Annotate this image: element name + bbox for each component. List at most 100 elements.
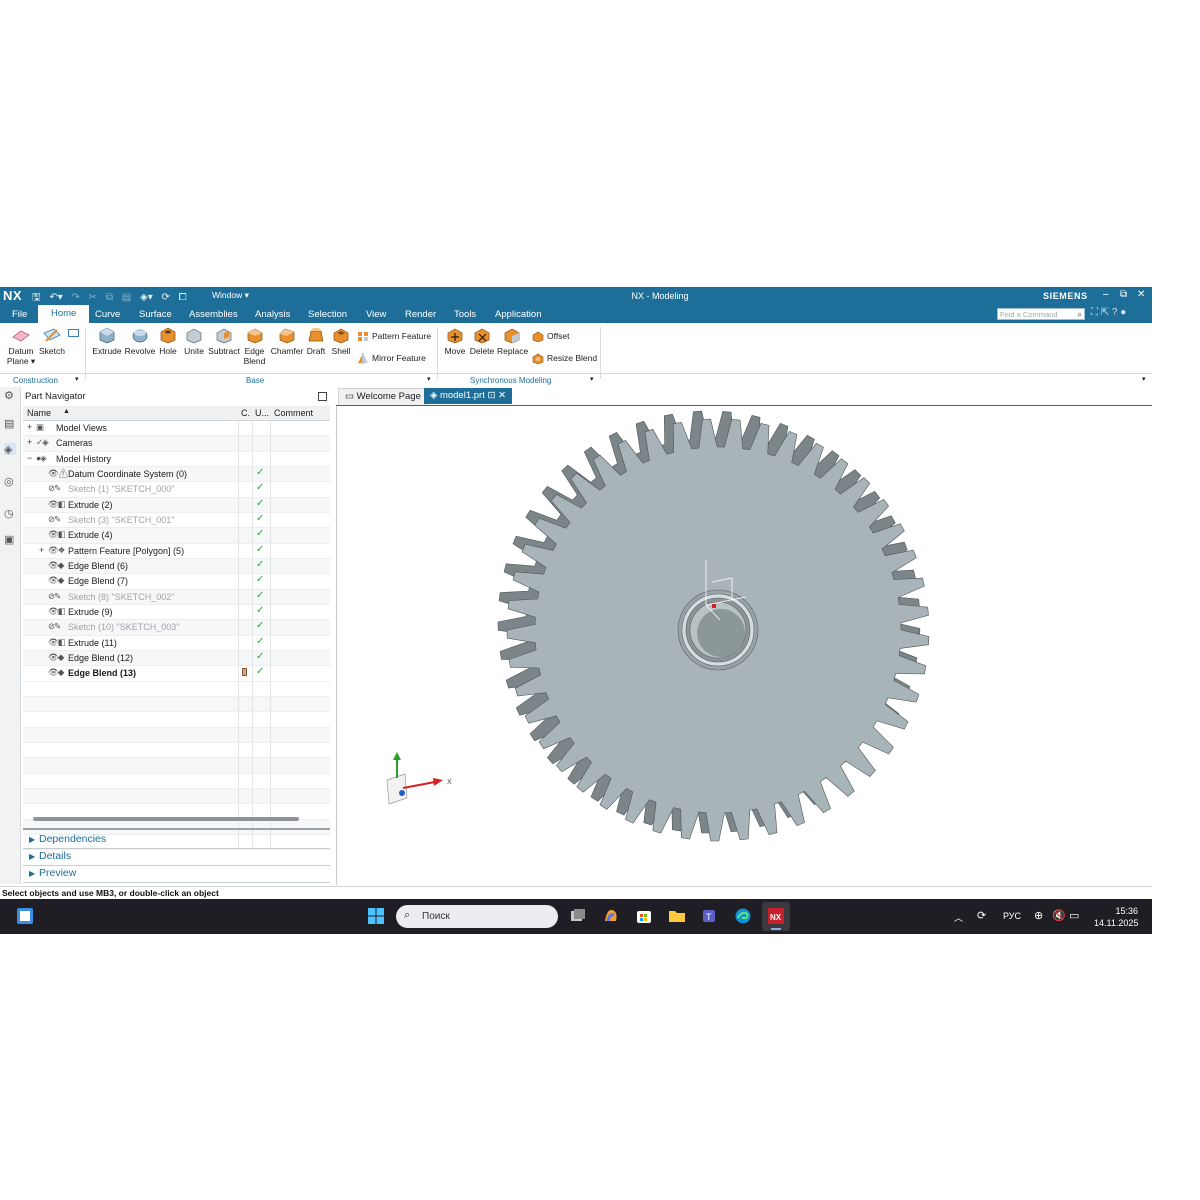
tab-tools[interactable]: Tools [454,309,476,320]
feature-status-icon[interactable]: ✓◈ [36,437,49,448]
feature-status-icon[interactable]: 👁◆ [48,560,64,571]
settings-gear-icon[interactable]: ⚙ [4,389,16,402]
feature-status-icon[interactable]: 👁◧ [48,529,66,540]
move-face-button[interactable]: Move [442,327,468,356]
details-panel[interactable]: ▶ Details [23,849,330,866]
reuse-library-icon[interactable]: ◎ [4,475,16,488]
ribbon-options-dropdown[interactable]: ▾ [1142,375,1146,383]
tree-row[interactable]: + ✓◈ Cameras [23,436,330,452]
datum-plane-button[interactable]: Datum Plane ▾ [6,327,36,367]
hole-button[interactable]: Hole [156,327,180,356]
tree-row[interactable]: 👁◆ Edge Blend (7) ✓ [23,574,330,590]
tree-row[interactable]: 👁◆ Edge Blend (6) ✓ [23,558,330,575]
tree-row[interactable]: ⊘✎ Sketch (1) "SKETCH_000" ✓ [23,482,330,498]
extrude-button[interactable]: Extrude [91,327,123,356]
close-button[interactable]: ✕ [1137,289,1145,300]
input-language-indicator[interactable]: РУС [1003,911,1021,921]
feature-status-icon[interactable]: 👁⚠ [48,468,69,479]
feature-status-icon[interactable]: ⊘✎ [48,621,61,632]
tab-analysis[interactable]: Analysis [255,309,290,320]
feature-status-icon[interactable]: ▣ [36,422,44,433]
tab-close-icon[interactable]: ⊡ ✕ [487,390,506,401]
sketch-button[interactable]: Sketch [38,327,66,356]
subtract-button[interactable]: Subtract [207,327,241,356]
datum-plane-dropdown[interactable]: Plane ▾ [7,356,35,366]
edge-blend-button[interactable]: Edge Blend [242,327,267,366]
tree-row[interactable]: 👁◧ Extrude (9) ✓ [23,604,330,621]
tab-curve[interactable]: Curve [95,309,120,320]
tab-surface[interactable]: Surface [139,309,172,320]
feature-status-icon[interactable]: 👁◧ [48,637,66,648]
microsoft-store-icon[interactable] [635,907,653,925]
delete-face-button[interactable]: Delete [469,327,495,356]
construction-more-icon[interactable] [68,329,79,337]
sync-icon[interactable]: ⟳ [977,909,986,922]
expand-toggle-icon[interactable]: − [27,453,32,463]
sync-group-dropdown[interactable]: ▾ [590,375,594,383]
resize-blend-button[interactable]: Resize Blend [532,353,597,365]
expand-toggle-icon[interactable]: + [27,422,32,432]
restore-button[interactable]: ⧉ [1120,289,1127,300]
feature-status-icon[interactable]: 👁◧ [48,499,66,510]
minimize-button[interactable]: – [1103,289,1109,300]
windows-start-icon[interactable] [367,907,385,925]
assembly-navigator-icon[interactable]: ▤ [4,417,16,430]
file-explorer-icon[interactable] [668,907,686,925]
show-hidden-icons-chevron-icon[interactable]: ︿ [954,911,963,924]
mirror-feature-button[interactable]: Mirror Feature [357,353,426,365]
battery-icon[interactable]: ▭ [1069,909,1079,922]
feature-status-icon[interactable]: 👁◆ [48,667,64,678]
view-triad[interactable]: Y X [377,752,467,832]
pattern-feature-button[interactable]: Pattern Feature [357,331,431,342]
feature-status-icon[interactable]: 👁◆ [48,575,64,586]
task-view-icon[interactable] [569,907,587,925]
feature-status-icon[interactable]: ●◈ [36,453,47,464]
tree-row[interactable]: 👁◆ Edge Blend (13) ✓ [23,666,330,682]
graphics-window[interactable]: Y X [336,406,1153,885]
tree-row[interactable]: + 👁❖ Pattern Feature [Polygon] (5) ✓ [23,543,330,559]
tab-welcome-page[interactable]: ▭ Welcome Page [338,388,428,405]
preview-panel[interactable]: ▶ Preview [23,866,330,883]
navigator-horizontal-scrollbar[interactable] [33,817,299,821]
teams-icon[interactable]: T [701,907,719,925]
feature-status-icon[interactable]: 👁❖ [48,545,65,556]
roles-icon[interactable]: ▣ [4,533,16,546]
feature-status-icon[interactable]: ⊘✎ [48,591,61,602]
tree-row[interactable]: ⊘✎ Sketch (10) "SKETCH_003" ✓ [23,620,330,636]
panel-divider[interactable] [23,828,330,830]
unite-button[interactable]: Unite [182,327,206,356]
base-group-dropdown[interactable]: ▾ [427,375,431,383]
tree-row[interactable]: + ▣ Model Views [23,421,330,437]
tab-model1-prt[interactable]: ◈ model1.prt ⊡ ✕ [424,388,513,404]
taskbar-clock[interactable]: 15:36 14.11.2025 [1094,905,1138,929]
find-command-input[interactable]: Find a Command ⌕ [997,308,1085,320]
tree-row[interactable]: 👁◧ Extrude (11) ✓ [23,635,330,651]
column-header-comment[interactable]: Comment [274,408,313,418]
feature-status-icon[interactable]: 👁◆ [48,652,64,663]
tree-row[interactable]: − ●◈ Model History [23,451,330,467]
speaker-muted-icon[interactable]: 🔇 [1052,909,1066,922]
revolve-button[interactable]: Revolve [124,327,156,356]
tree-row[interactable]: 👁◆ Edge Blend (12) ✓ [23,650,330,667]
history-clock-icon[interactable]: ◷ [4,507,16,520]
part-navigator-icon[interactable]: ◈ [4,443,16,456]
feature-status-icon[interactable]: ⊘✎ [48,514,61,525]
construction-group-dropdown[interactable]: ▾ [75,375,79,383]
tab-application[interactable]: Application [495,309,541,320]
tab-selection[interactable]: Selection [308,309,347,320]
tab-view[interactable]: View [366,309,386,320]
chamfer-button[interactable]: Chamfer [270,327,304,356]
expand-toggle-icon[interactable]: + [27,437,32,447]
widgets-icon[interactable] [16,907,34,925]
tree-row[interactable]: 👁◧ Extrude (4) ✓ [23,528,330,544]
shell-button[interactable]: Shell [330,327,352,356]
maximize-navigator-button[interactable] [318,392,327,401]
column-header-name[interactable]: Name [27,408,51,418]
tree-row[interactable]: 👁◧ Extrude (2) ✓ [23,497,330,513]
tree-row[interactable]: 👁⚠ Datum Coordinate System (0) ✓ [23,466,330,483]
tree-row[interactable]: ⊘✎ Sketch (3) "SKETCH_001" ✓ [23,512,330,529]
offset-region-button[interactable]: Offset [532,331,570,343]
nx-taskbar-button[interactable]: NX [762,902,790,931]
feature-status-icon[interactable]: ⊘✎ [48,483,61,494]
column-header-c[interactable]: C. [241,408,250,418]
